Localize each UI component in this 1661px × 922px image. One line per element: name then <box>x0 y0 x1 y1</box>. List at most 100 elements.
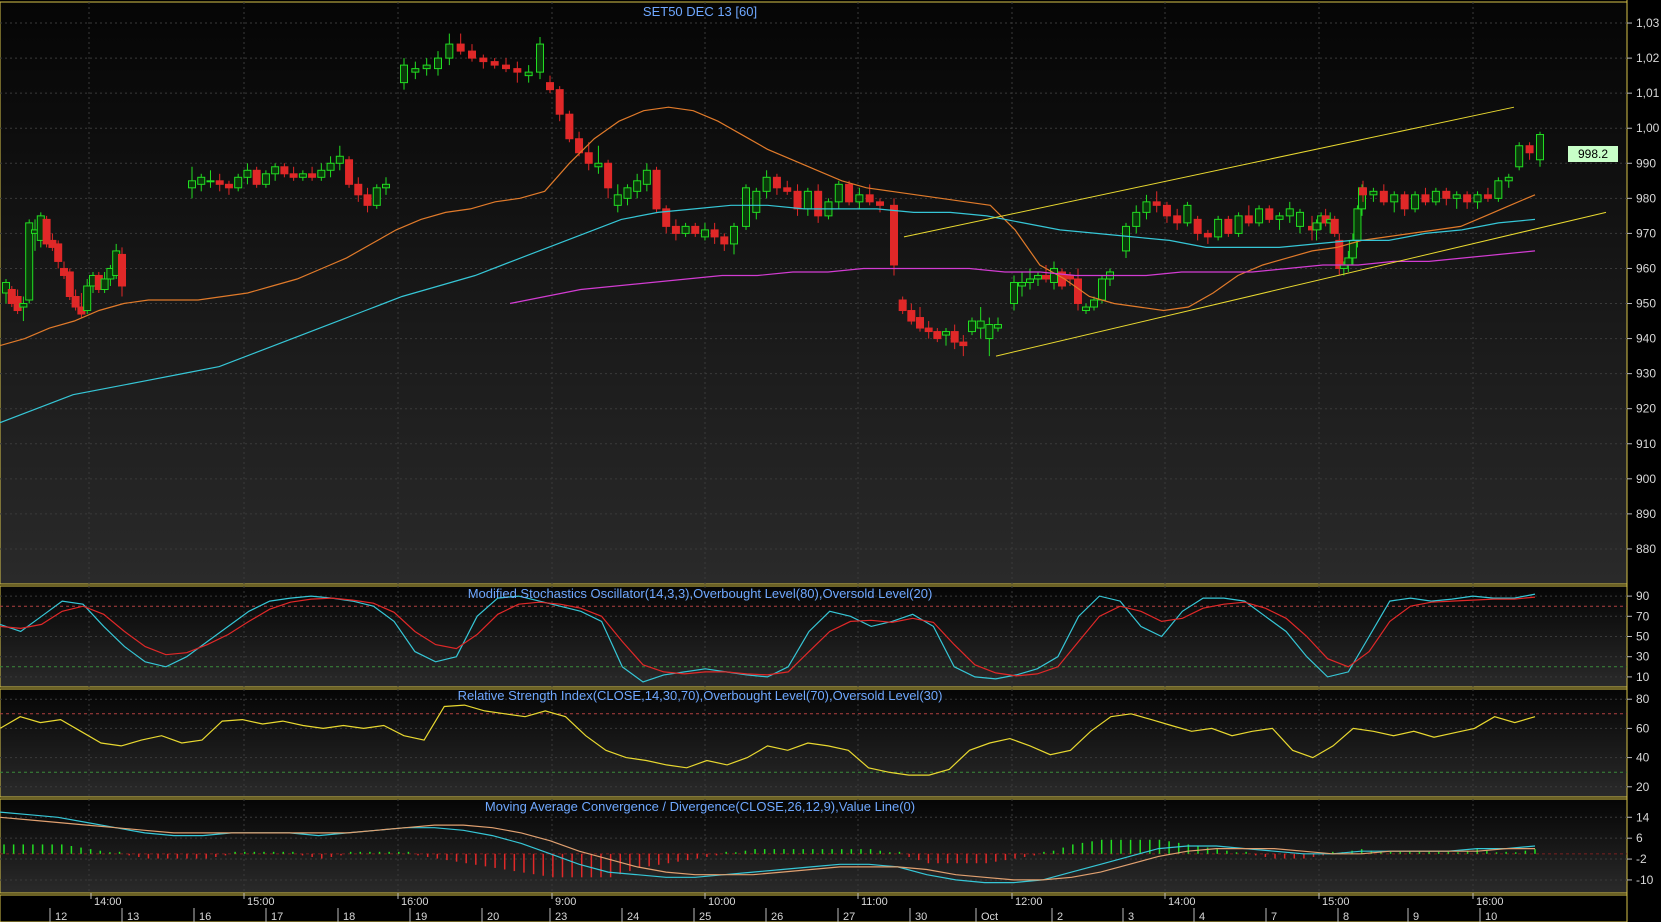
candle-body <box>752 190 761 213</box>
candle-body <box>1504 176 1513 182</box>
candle-body <box>1411 194 1420 210</box>
candle-body <box>916 317 924 329</box>
y-tick-label: 80 <box>1636 692 1650 706</box>
candle-body <box>876 201 884 206</box>
date-tick-label: 9 <box>1413 911 1419 922</box>
y-tick-label: 30 <box>1636 650 1650 664</box>
candle-body <box>546 82 554 91</box>
y-tick-label: 910 <box>1636 437 1656 451</box>
candle-body <box>594 162 603 168</box>
candle-body <box>224 183 233 189</box>
y-tick-label: -10 <box>1636 873 1654 887</box>
candle-body <box>1536 134 1544 161</box>
candle-body <box>335 155 344 164</box>
candle-body <box>1162 204 1171 217</box>
candle-body <box>317 169 326 178</box>
candle-body <box>710 229 719 238</box>
date-tick-label: 20 <box>487 911 499 922</box>
date-tick-label: 8 <box>1343 911 1349 922</box>
candle-body <box>1255 208 1264 224</box>
candle-body <box>933 331 942 340</box>
candle-body <box>1034 274 1042 280</box>
candle-body <box>772 176 781 189</box>
x-tick-label: 15:00 <box>247 896 275 908</box>
chart-canvas[interactable]: 8808909009109209309409509609709809901,00… <box>0 0 1661 922</box>
candle-body <box>1026 278 1034 283</box>
candle-body <box>985 324 994 340</box>
candle-body <box>54 243 63 262</box>
x-tick-label: 16:00 <box>1476 896 1504 908</box>
date-tick-label: 2 <box>1057 911 1063 922</box>
candle-body <box>730 225 738 245</box>
candle-body <box>1390 194 1399 203</box>
candle-body <box>959 341 968 347</box>
y-tick-label: 1,02 <box>1636 51 1660 65</box>
time-axis <box>0 894 1628 922</box>
last-price-label: 998.2 <box>1578 147 1608 161</box>
candle-body <box>1359 187 1367 196</box>
rsi-title: Relative Strength Index(CLOSE,14,30,70),… <box>458 688 943 703</box>
candle-body <box>445 43 454 59</box>
y-tick-label: 1,01 <box>1636 86 1660 100</box>
candle-body <box>1494 180 1503 199</box>
candle-body <box>942 331 950 336</box>
candle-body <box>1090 299 1098 308</box>
y-tick-label: 950 <box>1636 297 1656 311</box>
candle-body <box>1082 306 1090 312</box>
candle-body <box>382 183 390 189</box>
candle-body <box>584 152 593 164</box>
candle-body <box>1066 274 1074 280</box>
candle-body <box>1400 194 1409 210</box>
candle-body <box>700 229 709 238</box>
date-tick-label: 25 <box>699 911 711 922</box>
date-tick-label: 27 <box>843 911 855 922</box>
candle-body <box>100 278 109 290</box>
main-chart-title: SET50 DEC 13 [60] <box>643 4 757 19</box>
date-tick-label: 12 <box>55 911 67 922</box>
candle-body <box>280 166 289 175</box>
candle-body <box>206 180 215 183</box>
y-tick-label: 920 <box>1636 402 1656 416</box>
y-tick-label: 980 <box>1636 191 1656 205</box>
y-tick-label: 960 <box>1636 261 1656 275</box>
candle-body <box>604 162 613 189</box>
y-tick-label: 40 <box>1636 751 1650 765</box>
date-tick-label: 23 <box>555 911 567 922</box>
candle-body <box>783 187 792 192</box>
candle-body <box>671 225 680 234</box>
candle-body <box>1463 194 1472 203</box>
trading-chart-window: 880 890 900 910 920 930 940 950 960 970 980 990 1,00… <box>0 0 1661 922</box>
candle-body <box>633 180 642 192</box>
candle-body <box>623 187 632 199</box>
candle-body <box>252 169 261 185</box>
candle-body <box>479 57 488 63</box>
candle-body <box>83 285 92 312</box>
candle-body <box>1379 190 1388 203</box>
candle-body <box>742 187 750 227</box>
candle-body <box>1473 194 1482 203</box>
candle-body <box>652 169 661 210</box>
candle-body <box>1173 215 1182 224</box>
candle-body <box>968 320 976 333</box>
candle-body <box>1042 274 1050 280</box>
date-tick-label: 24 <box>627 911 639 922</box>
candle-body <box>1452 194 1461 199</box>
candle-body <box>1214 218 1223 238</box>
x-tick-label: 15:00 <box>1322 896 1350 908</box>
candle-body <box>345 159 354 185</box>
x-tick-label: 14:00 <box>1168 896 1196 908</box>
date-tick-label: 26 <box>771 911 783 922</box>
candle-body <box>1183 204 1192 224</box>
candle-body <box>855 194 864 203</box>
date-tick-label: 3 <box>1128 911 1134 922</box>
candle-body <box>363 194 372 206</box>
candle-body <box>411 68 420 73</box>
candle-body <box>1132 211 1141 227</box>
date-tick-label: 13 <box>127 911 139 922</box>
candle-body <box>215 180 224 185</box>
stochastics-title: Modified Stochastics Oscillator(14,3,3),… <box>468 586 933 601</box>
y-tick-label: 20 <box>1636 780 1650 794</box>
candle-body <box>1515 145 1524 168</box>
x-tick-label: 10:00 <box>708 896 736 908</box>
candle-body <box>720 236 729 245</box>
